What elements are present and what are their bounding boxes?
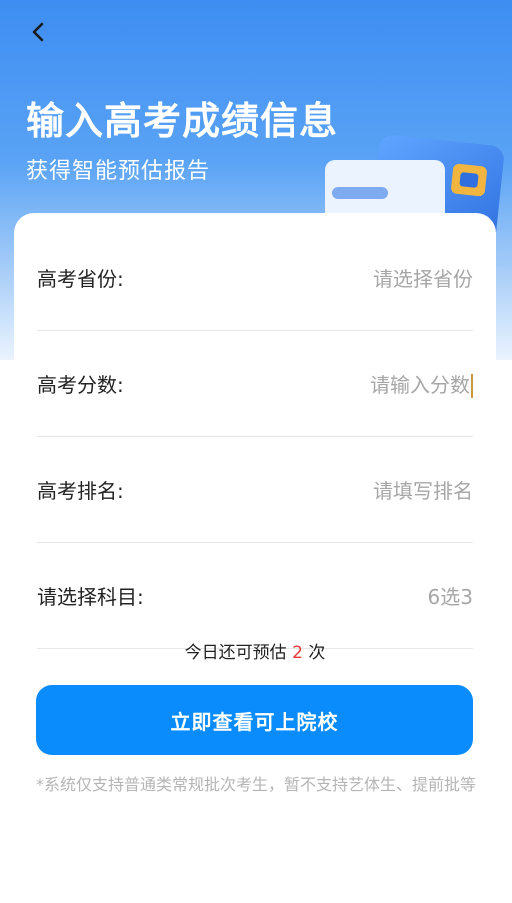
- score-row[interactable]: 高考分数: 请输入分数: [37, 331, 473, 437]
- page-subtitle: 获得智能预估报告: [26, 159, 211, 184]
- notice-suffix: 次: [308, 643, 326, 663]
- disclaimer-text: *系统仅支持普通类常规批次考生，暂不支持艺体生、提前批等: [36, 775, 477, 794]
- province-label: 高考省份:: [37, 267, 124, 291]
- page-title: 输入高考成绩信息: [26, 99, 339, 143]
- remaining-estimates-notice: 今日还可预估 2 次: [14, 638, 496, 663]
- remaining-count: 2: [292, 643, 303, 663]
- view-colleges-button[interactable]: 立即查看可上院校: [36, 685, 473, 755]
- form-card: 高考省份: 请选择省份 高考分数: 请输入分数 高考排名: 请填写排名 请选择科…: [14, 213, 496, 903]
- subjects-label: 请选择科目:: [37, 585, 144, 609]
- rank-row[interactable]: 高考排名: 请填写排名: [37, 437, 473, 543]
- score-label: 高考分数:: [37, 373, 124, 397]
- text-cursor: [471, 374, 473, 399]
- subjects-row[interactable]: 请选择科目: 6选3: [37, 543, 473, 649]
- subjects-select[interactable]: 6选3: [428, 581, 473, 610]
- chevron-left-icon[interactable]: [28, 20, 48, 48]
- rank-label: 高考排名:: [37, 479, 124, 503]
- province-row[interactable]: 高考省份: 请选择省份: [37, 225, 473, 331]
- notice-prefix: 今日还可预估: [184, 643, 287, 663]
- rank-input[interactable]: 请填写排名: [373, 475, 473, 504]
- province-select[interactable]: 请选择省份: [373, 263, 473, 292]
- back-button[interactable]: [24, 20, 52, 48]
- score-placeholder: 请输入分数: [370, 372, 470, 397]
- score-input[interactable]: 请输入分数: [370, 369, 473, 399]
